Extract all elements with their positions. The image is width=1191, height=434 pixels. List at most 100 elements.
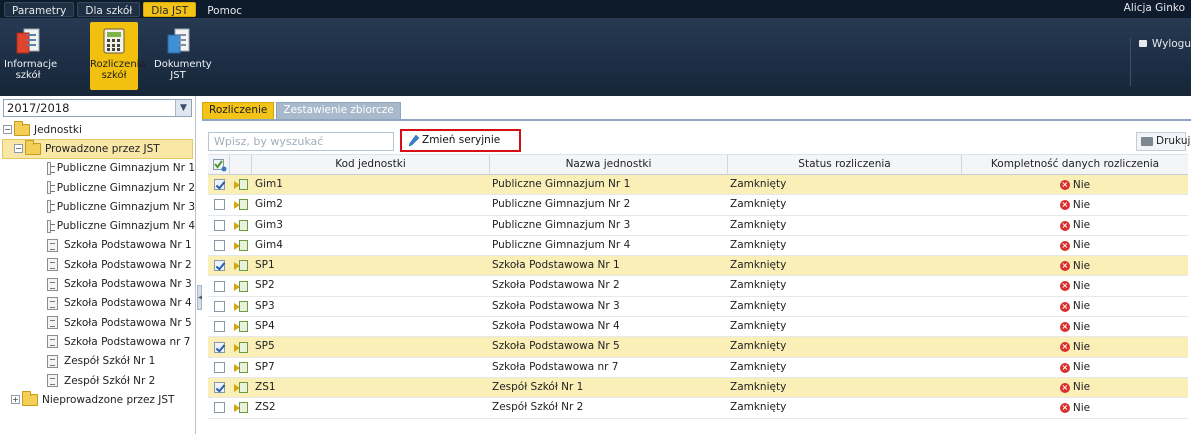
search-input[interactable]: Wpisz, by wyszukać [208,132,394,151]
logout-label: Wylogu [1151,38,1191,50]
row-checkbox-cell [208,337,230,356]
table-row[interactable]: SP1 Szkoła Podstawowa Nr 1 Zamknięty × Nie [208,256,1188,277]
kompletnosc-label: Nie [1072,239,1091,252]
column-header-kompletnosc[interactable]: Kompletność danych rozliczenia [962,155,1188,174]
tree-node-school[interactable]: Szkoła Podstawowa Nr 4 [0,294,195,313]
ribbon-dokumenty-jst-button[interactable]: Dokumenty JST [154,22,212,90]
open-settlement-icon[interactable] [234,402,248,414]
tree-node-prowadzone[interactable]: − Prowadzone przez JST [2,139,193,159]
tab-zestawienie-zbiorcze[interactable]: Zestawienie zbiorcze [276,102,401,119]
tree-node-school[interactable]: Szkoła Podstawowa Nr 1 [0,236,195,255]
row-checkbox[interactable] [213,321,225,333]
row-icon-cell [230,276,252,295]
logout-button[interactable]: Wylogu [1129,38,1191,86]
row-checkbox[interactable] [213,280,225,292]
open-settlement-icon[interactable] [234,260,248,272]
row-checkbox[interactable] [213,219,225,231]
cell-nazwa: Publiczne Gimnazjum Nr 2 [492,198,631,211]
open-settlement-icon[interactable] [234,341,248,353]
table-row[interactable]: ZS2 Zespół Szkół Nr 2 Zamknięty × Nie [208,398,1188,419]
error-x-icon: × [1059,240,1070,251]
open-settlement-icon[interactable] [234,321,248,333]
cell-kod: Gim2 [255,198,283,211]
open-settlement-icon[interactable] [234,280,248,292]
expand-icon[interactable]: + [11,395,20,405]
kompletnosc-label: Nie [1072,259,1091,272]
open-settlement-icon[interactable] [234,382,248,394]
column-header-kod[interactable]: Kod jednostki [252,155,490,174]
tree-node-school[interactable]: Szkoła Podstawowa Nr 3 [0,274,195,293]
row-checkbox[interactable] [213,300,225,312]
table-row[interactable]: SP4 Szkoła Podstawowa Nr 4 Zamknięty × Nie [208,317,1188,338]
open-settlement-icon[interactable] [234,240,248,252]
document-icon [47,335,58,349]
cell-nazwa: Zespół Szkół Nr 1 [492,380,584,393]
cell-nazwa: Publiczne Gimnazjum Nr 4 [492,238,631,251]
row-icon-cell [230,175,252,194]
error-x-icon: × [1059,281,1070,292]
table-row[interactable]: Gim4 Publiczne Gimnazjum Nr 4 Zamknięty × Ni… [208,236,1188,257]
ribbon-rozliczenia-szkol-button[interactable]: Rozliczenia szkół [90,22,146,90]
table-row[interactable]: SP7 Szkoła Podstawowa nr 7 Zamknięty × Nie [208,358,1188,378]
cell-nazwa: Szkoła Podstawowa Nr 3 [492,299,620,312]
tree-node-school[interactable]: Szkoła Podstawowa nr 7 [0,332,195,351]
row-checkbox-cell [208,378,230,397]
table-row[interactable]: ZS1 Zespół Szkół Nr 1 Zamknięty × Nie [208,377,1188,399]
row-icon-cell [230,216,252,235]
table-row[interactable]: Gim1 Publiczne Gimnazjum Nr 1 Zamknięty × Ni… [208,175,1188,196]
tree-node-school[interactable]: Szkoła Podstawowa Nr 5 [0,313,195,332]
cell-kod: Gim4 [255,238,283,251]
tab-rozliczenie[interactable]: Rozliczenie [202,102,275,119]
row-checkbox[interactable] [213,179,225,191]
error-x-icon: × [1059,342,1070,353]
kompletnosc-label: Nie [1072,361,1091,374]
user-name[interactable]: Alicja Ginko [1124,2,1185,14]
row-checkbox[interactable] [213,402,225,414]
menu-parametry[interactable]: Parametry [4,1,75,17]
row-checkbox[interactable] [213,260,225,272]
column-header-status[interactable]: Status rozliczenia [728,155,962,174]
table-row[interactable]: SP2 Szkoła Podstawowa Nr 2 Zamknięty × Nie [208,276,1188,297]
chevron-down-icon[interactable]: ▼ [175,100,191,116]
row-checkbox[interactable] [213,382,225,394]
cell-kod: Gim1 [255,178,283,190]
open-settlement-icon[interactable] [234,199,248,211]
table-row[interactable]: SP3 Szkoła Podstawowa Nr 3 Zamknięty × Nie [208,297,1188,318]
row-checkbox-cell [208,317,230,336]
row-checkbox[interactable] [213,361,225,373]
cell-kod: SP1 [255,259,275,272]
tree-node-school[interactable]: Zespół Szkół Nr 2 [0,371,195,390]
tree-node-jednostki[interactable]: − Jednostki [0,120,195,139]
table-row[interactable]: Gim2 Publiczne Gimnazjum Nr 2 Zamknięty × Ni… [208,195,1188,216]
tree-node-school[interactable]: Publiczne Gimnazjum Nr 3 [0,197,195,216]
incomplete-indicator: × Nie [1059,216,1090,235]
print-button[interactable]: Drukuj [1136,132,1190,151]
open-settlement-icon[interactable] [234,361,248,373]
table-row[interactable]: SP5 Szkoła Podstawowa Nr 5 Zamknięty × Nie [208,337,1188,358]
collapse-icon[interactable]: − [14,144,23,154]
row-checkbox[interactable] [213,199,225,211]
year-select[interactable]: 2017/2018 ▼ [3,99,192,117]
tree-node-school[interactable]: Zespół Szkół Nr 1 [0,352,195,371]
collapse-icon[interactable]: − [3,125,12,135]
menu-dla-szkol[interactable]: Dla szkół [77,1,141,17]
tree-node-nieprowadzone[interactable]: + Nieprowadzone przez JST [0,390,195,409]
tree-node-school[interactable]: Publiczne Gimnazjum Nr 4 [0,216,195,235]
open-settlement-icon[interactable] [234,219,248,231]
open-settlement-icon[interactable] [234,179,248,191]
document-icon [47,200,55,214]
menu-pomoc[interactable]: Pomoc [199,2,250,17]
column-header-nazwa[interactable]: Nazwa jednostki [490,155,728,174]
row-checkbox[interactable] [213,341,225,353]
tree-node-school[interactable]: Szkoła Podstawowa Nr 2 [0,255,195,274]
row-checkbox[interactable] [213,240,225,252]
tree-node-school[interactable]: Publiczne Gimnazjum Nr 1 [0,159,195,178]
ribbon-informacje-szkol-button[interactable]: Informacje szkół [4,22,57,90]
cell-kompletnosc: × Nie [962,236,1188,255]
select-all-checkbox[interactable] [208,155,230,174]
menu-dla-jst[interactable]: Dla JST [143,1,197,17]
tree-node-school[interactable]: Publiczne Gimnazjum Nr 2 [0,178,195,197]
table-row[interactable]: Gim3 Publiczne Gimnazjum Nr 3 Zamknięty × Ni… [208,216,1188,236]
open-settlement-icon[interactable] [234,300,248,312]
change-status-batch-button[interactable]: Zmień seryjnie status [400,129,521,165]
